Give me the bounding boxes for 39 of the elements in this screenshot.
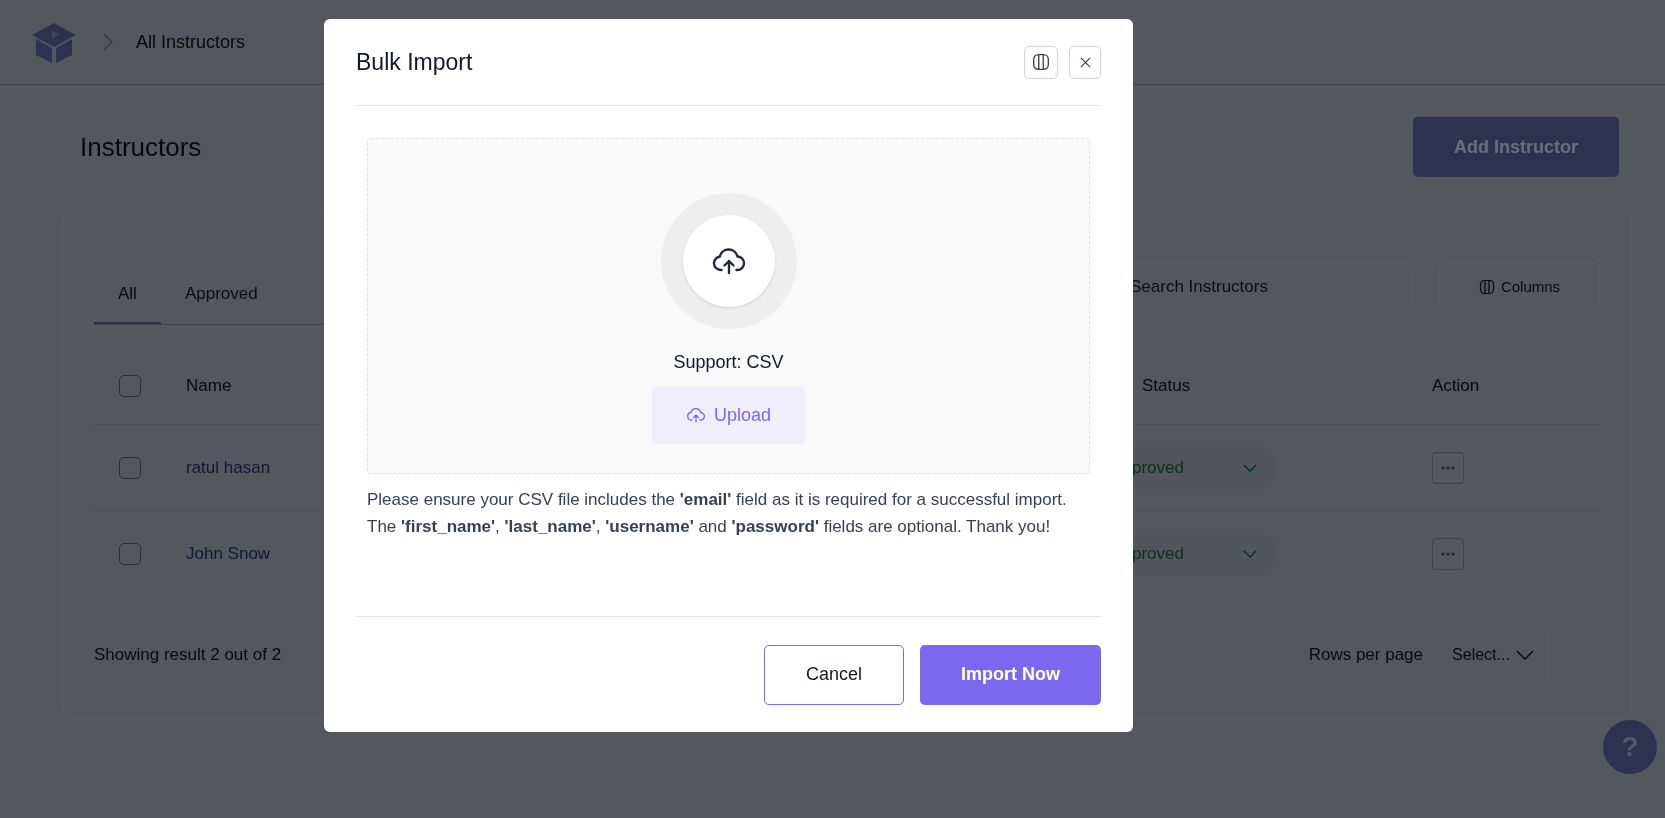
rows-per-page-select[interactable]: Select... [1437, 627, 1549, 683]
instructor-name-link[interactable]: ratul hasan [186, 457, 271, 477]
chevron-down-icon [1243, 550, 1257, 558]
columns-icon [1478, 279, 1495, 295]
checkbox[interactable] [119, 456, 141, 479]
add-instructor-button[interactable]: Add Instructor [1413, 117, 1619, 177]
help-button[interactable]: ? [1603, 720, 1657, 774]
more-actions-button[interactable] [1432, 451, 1464, 484]
columns-icon [1032, 53, 1050, 71]
tab[interactable]: All [94, 280, 161, 324]
more-icon [1441, 552, 1455, 556]
checkbox[interactable] [119, 543, 141, 565]
checkbox[interactable] [119, 374, 141, 397]
columns-button[interactable]: Columns [1439, 263, 1600, 311]
chevron-down-icon [1515, 650, 1534, 660]
more-actions-button[interactable] [1432, 538, 1464, 570]
breadcrumb-link[interactable]: All Instructors [136, 28, 246, 56]
instructor-name-link[interactable]: John Snow [186, 544, 271, 564]
results-summary: Showing result 2 out of 2 [94, 644, 282, 667]
import-instructions-text: Please ensure your CSV file includes the 'email' field as it is required for a successful import. The 'first_name', 'last_name', 'username' and 'password' fields are optional. Thank you! [367, 489, 1068, 538]
page-title: Instructors [80, 130, 202, 164]
supported-format-text: Support: CSV [673, 351, 784, 374]
column-header: Action [1432, 375, 1480, 395]
dialog-title: Bulk Import [356, 47, 473, 77]
chevron-right-icon [102, 32, 114, 52]
chevron-down-icon [1243, 463, 1257, 472]
close-button[interactable] [1069, 45, 1101, 79]
columns-toggle-button[interactable] [1024, 45, 1058, 79]
rows-per-page-label: Rows per page [1308, 644, 1423, 667]
import-now-button[interactable]: Import Now [920, 644, 1101, 705]
upload-dropzone[interactable]: Support: CSV Upload [367, 138, 1090, 474]
close-icon [1079, 56, 1091, 68]
cloud-upload-icon [685, 405, 706, 425]
upload-button[interactable]: Upload [652, 386, 805, 444]
column-header: Name [186, 375, 232, 395]
column-header: Status [1142, 375, 1191, 395]
more-icon [1441, 465, 1455, 470]
cancel-button[interactable]: Cancel [764, 644, 904, 705]
tab[interactable]: Approved [160, 280, 282, 324]
